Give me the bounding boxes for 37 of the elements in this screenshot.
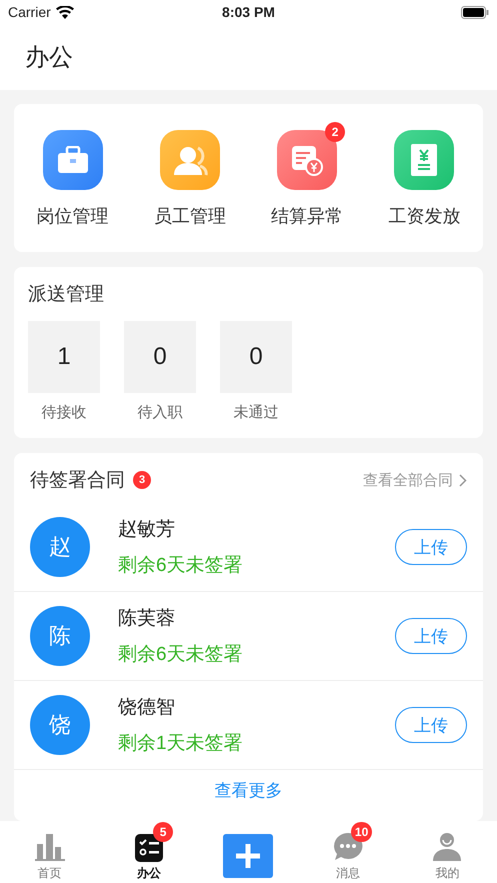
person-icon (432, 832, 462, 862)
count-badge: 2 (325, 122, 346, 142)
briefcase-icon (56, 146, 89, 174)
wifi-icon (56, 6, 74, 18)
person-name: 饶德智 (118, 696, 176, 720)
sign-status: 剩余6天未签署 (118, 643, 244, 667)
clock-time: 8:03 PM (222, 4, 275, 20)
sign-status: 剩余6天未签署 (118, 554, 244, 578)
avatar: 赵 (30, 517, 90, 577)
shortcut-button[interactable]: 岗位管理 (14, 120, 132, 228)
chevron-right-icon (459, 474, 467, 486)
person-name: 赵敏芳 (118, 518, 176, 542)
shortcut-button[interactable]: 员工管理 (131, 120, 248, 228)
page-title: 办公 (25, 43, 73, 73)
add-button[interactable] (223, 834, 274, 878)
avatar: 陈 (30, 606, 90, 666)
sign-status: 剩余1天未签署 (118, 732, 244, 756)
shortcut-button[interactable]: 工资发放 (366, 120, 483, 228)
tab-item[interactable]: 首页 (0, 821, 100, 882)
count-badge: 5 (153, 822, 174, 842)
people-icon (172, 144, 208, 176)
tab-item[interactable]: 我的 (398, 821, 497, 882)
bar-chart-icon (34, 832, 65, 862)
person-name: 陈芙蓉 (118, 607, 176, 631)
receipt-icon (411, 144, 438, 176)
bill-icon (291, 144, 324, 176)
battery-icon (460, 6, 489, 18)
avatar: 饶 (30, 695, 90, 755)
section-title: 派送管理 (28, 283, 105, 307)
section-title: 待签署合同 (30, 469, 125, 493)
carrier-label: Carrier (8, 4, 51, 20)
shortcut-button[interactable]: 2 结算异常 (248, 120, 366, 228)
count-badge: 3 (133, 471, 151, 489)
plus-icon (235, 843, 262, 869)
count-badge: 10 (350, 822, 372, 842)
tab-item[interactable]: 5 办公 (99, 821, 199, 882)
tab-item[interactable]: 10 消息 (298, 821, 398, 882)
